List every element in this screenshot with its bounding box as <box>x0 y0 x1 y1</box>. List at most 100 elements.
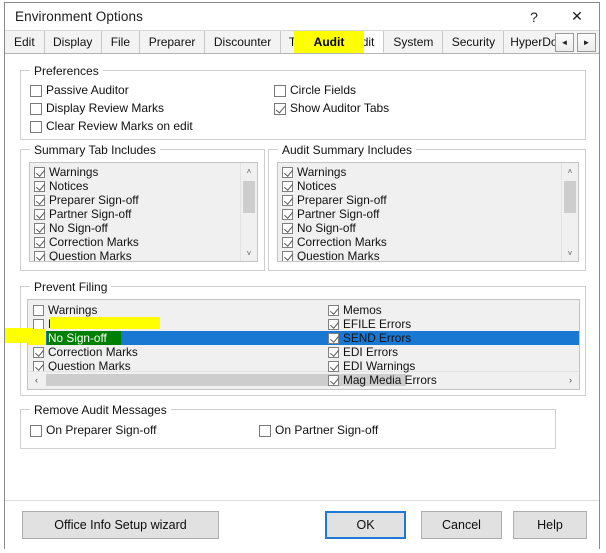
checkbox-display-review-marks[interactable]: Display Review Marks <box>30 102 164 115</box>
checkbox-circle-fields[interactable]: Circle Fields <box>274 84 356 97</box>
checkbox-box-icon[interactable] <box>34 194 45 206</box>
list-item[interactable]: EDI Errors <box>327 345 437 359</box>
checkbox-box-icon[interactable] <box>328 346 339 358</box>
list-item[interactable]: Question Marks <box>33 249 139 261</box>
list-item[interactable]: Notices <box>33 179 139 193</box>
list-item[interactable]: Correction Marks <box>32 345 138 359</box>
list-item-label: Notices <box>48 316 88 331</box>
checkbox-box-icon[interactable] <box>33 332 44 344</box>
prevent-filing-group: Prevent Filing Warnings Notices No Sign-… <box>20 280 586 396</box>
list-item[interactable]: EFILE Errors <box>327 317 437 331</box>
checkbox-box-icon[interactable] <box>34 180 45 192</box>
scroll-right-icon[interactable]: › <box>562 372 579 388</box>
checkbox-box-icon[interactable] <box>274 84 286 97</box>
list-item[interactable]: Notices <box>281 179 387 193</box>
list-item[interactable]: Notices <box>32 317 138 331</box>
list-item[interactable]: EDI Warnings <box>327 359 437 373</box>
tab-security[interactable]: Security <box>443 31 505 53</box>
list-item[interactable]: Partner Sign-off <box>33 207 139 221</box>
prevent-filing-horizontal-scrollbar[interactable]: ‹ › <box>28 371 579 389</box>
help-icon[interactable]: ? <box>513 3 555 30</box>
tab-scroll-buttons: ◄ ► <box>555 31 599 53</box>
tab-display[interactable]: Display <box>44 31 102 53</box>
tab-scroll-left-icon[interactable]: ◄ <box>555 32 574 52</box>
tab-preparer[interactable]: Preparer <box>140 31 206 53</box>
list-item[interactable]: Correction Marks <box>281 235 387 249</box>
scroll-down-icon[interactable]: ˅ <box>562 245 578 261</box>
checkbox-box-icon[interactable] <box>282 222 293 234</box>
checkbox-show-auditor-tabs[interactable]: Show Auditor Tabs <box>274 102 389 115</box>
close-icon[interactable]: ✕ <box>555 3 599 30</box>
list-item[interactable]: No Sign-off <box>33 221 139 235</box>
tab-file[interactable]: File <box>101 31 141 53</box>
checkbox-box-icon[interactable] <box>30 102 42 115</box>
checkbox-box-icon[interactable] <box>33 304 44 316</box>
list-item[interactable]: Warnings <box>32 303 138 317</box>
summary-tab-includes-listbox[interactable]: Warnings Notices Preparer Sign-off Partn… <box>29 162 258 262</box>
checkbox-label: Circle Fields <box>290 83 357 97</box>
list-item[interactable]: Preparer Sign-off <box>281 193 387 207</box>
checkbox-box-icon[interactable] <box>282 208 293 220</box>
checkbox-box-icon[interactable] <box>328 332 339 344</box>
checkbox-box-icon[interactable] <box>30 84 42 97</box>
preferences-group: Preferences Passive Auditor Display Revi… <box>20 64 586 140</box>
list-item[interactable]: SEND Errors <box>327 331 437 345</box>
checkbox-box-icon[interactable] <box>282 250 293 261</box>
office-info-setup-wizard-button[interactable]: Office Info Setup wizard <box>22 511 219 539</box>
tab-edit[interactable]: Edit <box>5 31 45 53</box>
ok-button[interactable]: OK <box>325 511 406 539</box>
tab-discounter[interactable]: Discounter <box>205 31 282 53</box>
checkbox-box-icon[interactable] <box>282 194 293 206</box>
checkbox-box-icon[interactable] <box>30 424 42 437</box>
list-item[interactable]: Mag Media Errors <box>327 373 437 387</box>
checkbox-box-icon[interactable] <box>328 360 339 372</box>
checkbox-on-partner-signoff[interactable]: On Partner Sign-off <box>259 424 378 437</box>
tab-audit[interactable]: Audit <box>338 31 385 53</box>
checkbox-box-icon[interactable] <box>282 236 293 248</box>
tab-system[interactable]: System <box>384 31 444 53</box>
checkbox-clear-review-marks-on-edit[interactable]: Clear Review Marks on edit <box>30 120 193 133</box>
checkbox-box-icon[interactable] <box>274 102 286 115</box>
checkbox-box-icon[interactable] <box>34 250 45 261</box>
audit-summary-includes-listbox[interactable]: Warnings Notices Preparer Sign-off Partn… <box>277 162 579 262</box>
scrollbar-thumb[interactable] <box>564 181 576 213</box>
checkbox-box-icon[interactable] <box>30 120 42 133</box>
list-item[interactable]: No Sign-off <box>281 221 387 235</box>
list-item[interactable]: Question Marks <box>281 249 387 261</box>
scroll-left-icon[interactable]: ‹ <box>28 372 45 388</box>
checkbox-passive-auditor[interactable]: Passive Auditor <box>30 84 129 97</box>
list-item[interactable]: Correction Marks <box>33 235 139 249</box>
checkbox-box-icon[interactable] <box>328 304 339 316</box>
prevent-filing-listbox[interactable]: Warnings Notices No Sign-off Correction … <box>27 299 580 390</box>
checkbox-box-icon[interactable] <box>328 374 339 386</box>
checkbox-box-icon[interactable] <box>33 346 44 358</box>
checkbox-on-preparer-signoff[interactable]: On Preparer Sign-off <box>30 424 157 437</box>
tab-scroll-right-icon[interactable]: ► <box>577 32 596 52</box>
checkbox-box-icon[interactable] <box>33 360 44 372</box>
checkbox-box-icon[interactable] <box>259 424 271 437</box>
checkbox-box-icon[interactable] <box>34 236 45 248</box>
checkbox-box-icon[interactable] <box>34 222 45 234</box>
checkbox-box-icon[interactable] <box>33 318 44 330</box>
checkbox-box-icon[interactable] <box>282 166 293 178</box>
list-item[interactable]: Partner Sign-off <box>281 207 387 221</box>
list-item[interactable]: Memos <box>327 303 437 317</box>
tab-trustee[interactable]: Trustee <box>281 31 339 53</box>
help-button[interactable]: Help <box>513 511 587 539</box>
list-item-label: EDI Errors <box>343 344 399 359</box>
scroll-up-icon[interactable]: ˄ <box>241 163 257 179</box>
cancel-button[interactable]: Cancel <box>421 511 502 539</box>
checkbox-box-icon[interactable] <box>328 318 339 330</box>
audit-summary-vertical-scrollbar[interactable]: ˄ ˅ <box>561 163 578 261</box>
list-item[interactable]: Warnings <box>281 165 387 179</box>
checkbox-box-icon[interactable] <box>34 166 45 178</box>
list-item[interactable]: Warnings <box>33 165 139 179</box>
checkbox-label: On Partner Sign-off <box>275 423 379 437</box>
checkbox-box-icon[interactable] <box>282 180 293 192</box>
scroll-up-icon[interactable]: ˄ <box>562 163 578 179</box>
scrollbar-thumb[interactable] <box>243 181 255 213</box>
list-item[interactable]: Preparer Sign-off <box>33 193 139 207</box>
checkbox-box-icon[interactable] <box>34 208 45 220</box>
scroll-down-icon[interactable]: ˅ <box>241 245 257 261</box>
summary-tab-vertical-scrollbar[interactable]: ˄ ˅ <box>240 163 257 261</box>
